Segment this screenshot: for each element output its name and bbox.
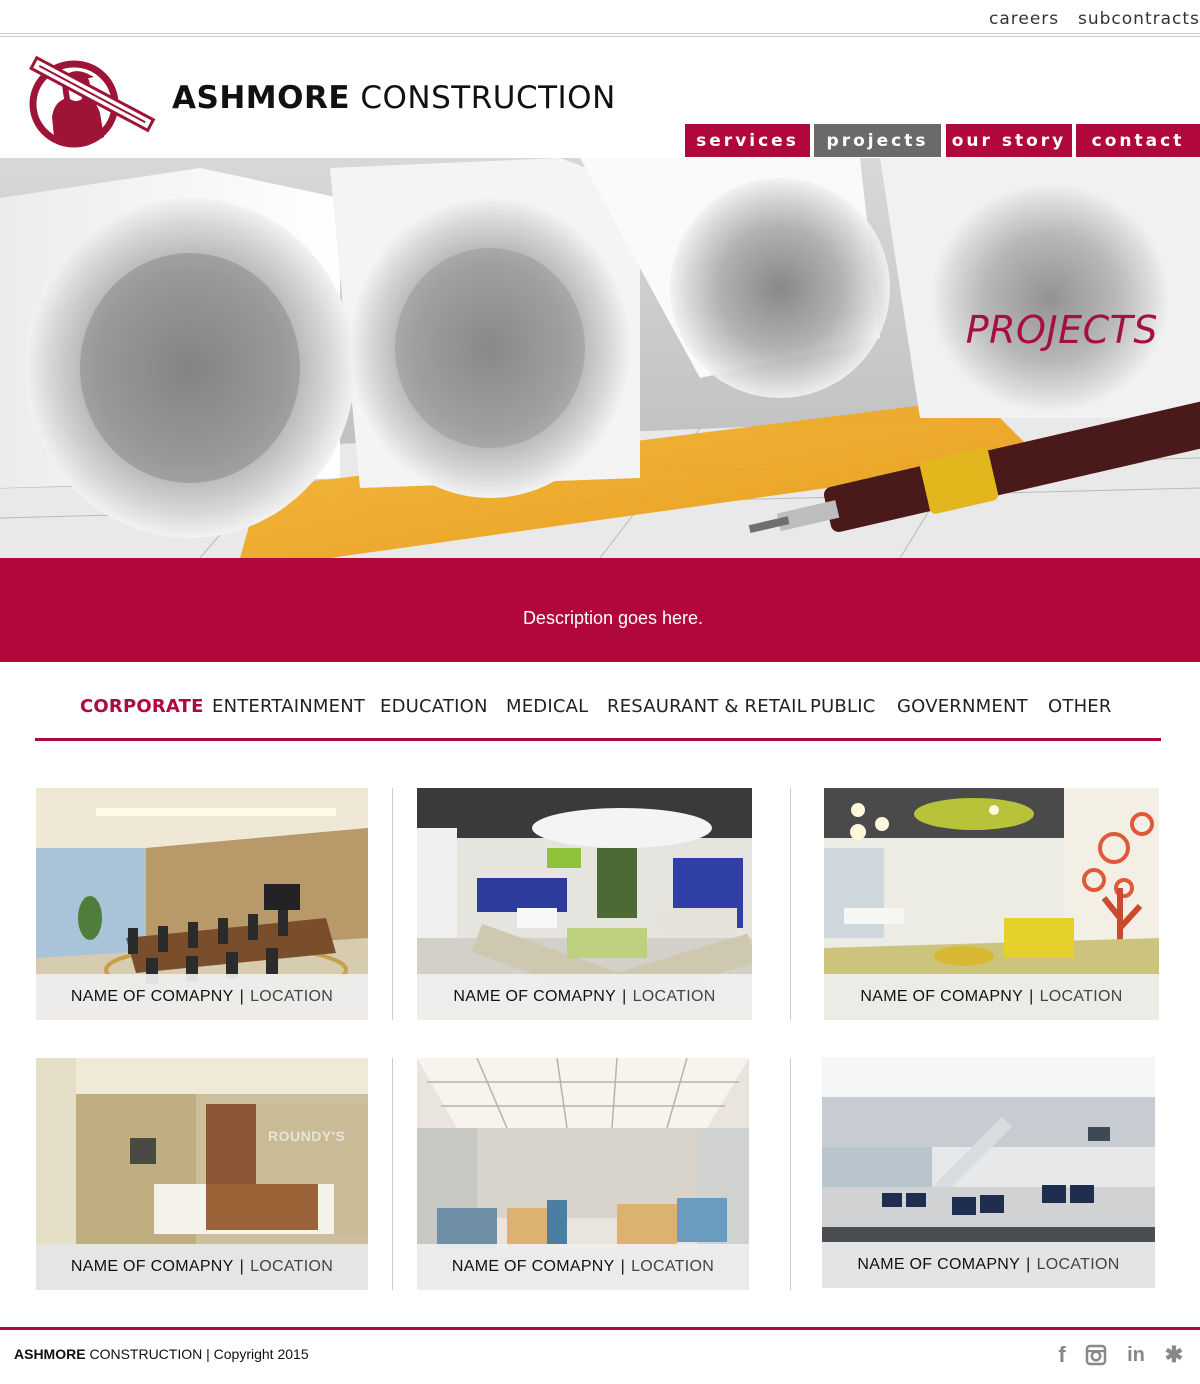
footer-brand-bold: ASHMORE — [14, 1346, 86, 1362]
divider — [392, 1058, 393, 1290]
caption-separator: | — [239, 988, 245, 1005]
project-caption: NAME OF COMAPNY | LOCATION — [36, 974, 368, 1020]
project-caption: NAME OF COMAPNY | LOCATION — [822, 1242, 1155, 1288]
tab-corporate[interactable]: CORPORATE — [80, 696, 204, 717]
description-text: Description goes here. — [522, 608, 704, 628]
divider — [0, 36, 1200, 37]
caption-separator: | — [239, 1258, 245, 1275]
subcontracts-link[interactable]: subcontracts — [1078, 9, 1200, 29]
hero-image — [0, 158, 1200, 558]
company-name: NAME OF COMAPNY — [860, 988, 1024, 1005]
project-card[interactable]: NAME OF COMAPNY | LOCATION — [417, 1058, 749, 1290]
facebook-icon[interactable]: f — [1050, 1342, 1074, 1367]
nav-contact[interactable]: contact — [1076, 124, 1200, 157]
instagram-icon[interactable] — [1084, 1343, 1108, 1367]
footer-divider — [0, 1327, 1200, 1330]
footer-copyright-text: | Copyright 2015 — [206, 1346, 309, 1362]
careers-link[interactable]: careers — [989, 9, 1059, 29]
tab-medical[interactable]: MEDICAL — [506, 696, 588, 717]
company-location: LOCATION — [1039, 988, 1123, 1005]
instagram-glyph — [1085, 1344, 1107, 1366]
project-card[interactable]: ROUNDY'S NAME OF COMAPNY | LOCATION — [36, 1058, 368, 1290]
company-location: LOCATION — [250, 1258, 334, 1275]
project-card[interactable]: NAME OF COMAPNY | LOCATION — [824, 788, 1159, 1020]
project-card[interactable]: NAME OF COMAPNY | LOCATION — [417, 788, 752, 1020]
tab-public[interactable]: PUBLIC — [810, 696, 875, 717]
footer-copyright: ASHMORE CONSTRUCTION | Copyright 2015 — [14, 1346, 309, 1362]
company-location: LOCATION — [631, 1258, 715, 1275]
tab-other[interactable]: OTHER — [1048, 696, 1112, 717]
lobby-sign: ROUNDY'S — [268, 1128, 346, 1144]
project-caption: NAME OF COMAPNY | LOCATION — [417, 974, 752, 1020]
project-caption: NAME OF COMAPNY | LOCATION — [417, 1244, 749, 1290]
nav-projects[interactable]: projects — [814, 124, 941, 157]
brand-name-rest: CONSTRUCTION — [360, 80, 616, 116]
logo-icon[interactable] — [24, 55, 156, 149]
company-name: NAME OF COMAPNY — [451, 1258, 615, 1275]
facebook-glyph: f — [1058, 1342, 1066, 1367]
caption-separator: | — [1026, 1256, 1031, 1273]
yelp-glyph: ✱ — [1164, 1342, 1184, 1367]
utility-bar: careers subcontracts — [0, 0, 1200, 38]
tab-entertainment[interactable]: ENTERTAINMENT — [212, 696, 365, 717]
tabs-underline — [35, 738, 1161, 741]
divider — [790, 1058, 791, 1290]
linkedin-glyph: in — [1127, 1343, 1145, 1366]
company-location: LOCATION — [250, 988, 334, 1005]
tab-government[interactable]: GOVERNMENT — [897, 696, 1028, 717]
description-band: Description goes here. — [0, 558, 1200, 662]
tab-education[interactable]: EDUCATION — [380, 696, 488, 717]
caption-separator: | — [1029, 988, 1034, 1005]
company-name: NAME OF COMAPNY — [70, 1258, 234, 1275]
nav-services[interactable]: services — [685, 124, 810, 157]
divider — [790, 788, 791, 1020]
project-caption: NAME OF COMAPNY | LOCATION — [824, 974, 1159, 1020]
hero-banner: PROJECTS — [0, 158, 1200, 558]
project-card[interactable]: NAME OF COMAPNY | LOCATION — [36, 788, 368, 1020]
project-card[interactable]: NAME OF COMAPNY | LOCATION — [822, 1057, 1155, 1288]
company-location: LOCATION — [632, 988, 716, 1005]
company-location: LOCATION — [1036, 1256, 1120, 1273]
company-name: NAME OF COMAPNY — [857, 1256, 1021, 1273]
hero-title: PROJECTS — [965, 308, 1158, 352]
yelp-icon[interactable]: ✱ — [1162, 1342, 1186, 1367]
brand-name: ASHMORE CONSTRUCTION — [172, 80, 616, 116]
divider — [392, 788, 393, 1020]
project-caption: NAME OF COMAPNY | LOCATION — [36, 1244, 368, 1290]
brand-name-bold: ASHMORE — [172, 80, 351, 116]
company-name: NAME OF COMAPNY — [453, 988, 617, 1005]
footer-brand-rest: CONSTRUCTION — [89, 1346, 203, 1362]
tab-restaurant-retail[interactable]: RESAURANT & RETAIL — [607, 696, 807, 717]
company-name: NAME OF COMAPNY — [70, 988, 234, 1005]
caption-separator: | — [622, 988, 627, 1005]
caption-separator: | — [620, 1258, 626, 1275]
nav-our-story[interactable]: our story — [946, 124, 1072, 157]
divider — [0, 33, 1200, 34]
linkedin-icon[interactable]: in — [1124, 1343, 1148, 1367]
